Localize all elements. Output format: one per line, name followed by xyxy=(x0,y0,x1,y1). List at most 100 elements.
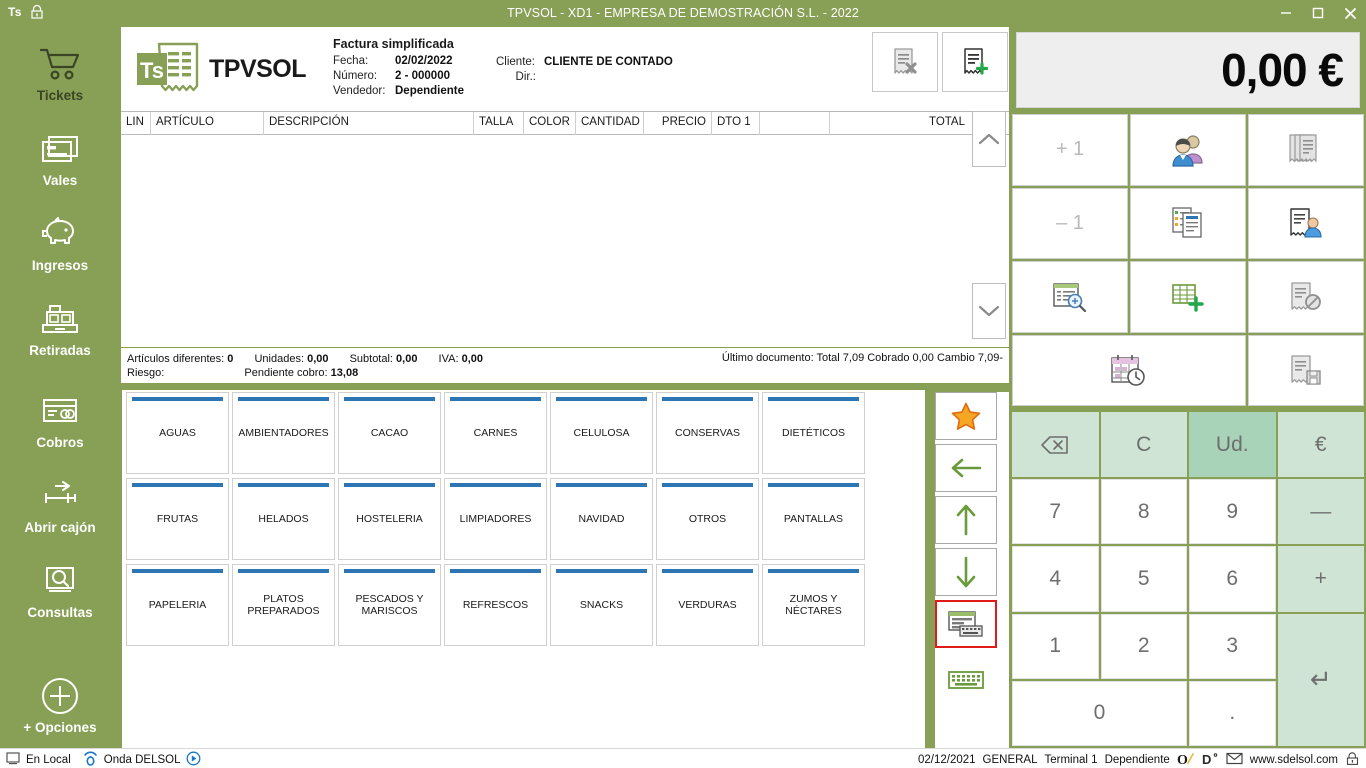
category-button[interactable]: PANTALLAS xyxy=(762,478,865,560)
category-button[interactable]: CELULOSA xyxy=(550,392,653,474)
accent-bar xyxy=(450,569,541,573)
decimal-key[interactable]: . xyxy=(1189,680,1276,746)
grid-scroll-up-button[interactable] xyxy=(972,111,1006,167)
customer-receipt-button[interactable] xyxy=(1248,187,1364,259)
accent-bar xyxy=(450,397,541,401)
back-button[interactable] xyxy=(935,444,997,492)
sidebar-item-opciones[interactable]: + Opciones xyxy=(0,666,120,744)
category-button[interactable]: FRUTAS xyxy=(126,478,229,560)
sidebar-item-label: Ingresos xyxy=(31,257,89,273)
sidebar-item-consultas[interactable]: Consultas xyxy=(0,551,120,629)
schedule-button[interactable] xyxy=(1012,334,1246,406)
footer-value: 0 xyxy=(227,353,234,365)
category-button[interactable]: LIMPIADORES xyxy=(444,478,547,560)
accent-bar xyxy=(768,397,859,401)
enter-key[interactable]: ↵ xyxy=(1277,613,1364,746)
category-button[interactable]: CACAO xyxy=(338,392,441,474)
grid-scroll-down-button[interactable] xyxy=(972,283,1006,339)
category-button[interactable]: PAPELERIA xyxy=(126,564,229,646)
minimize-button[interactable] xyxy=(1270,0,1302,26)
office-icon[interactable]: O xyxy=(1177,752,1195,768)
units-key[interactable]: Ud. xyxy=(1189,412,1276,478)
decrease-qty-button[interactable]: – 1 xyxy=(1012,187,1128,259)
category-button[interactable]: ZUMOS Y NÉCTARES xyxy=(762,564,865,646)
lock-icon[interactable] xyxy=(1345,751,1360,768)
category-button[interactable]: CARNES xyxy=(444,392,547,474)
add-line-button[interactable] xyxy=(1130,261,1246,333)
key-0[interactable]: 0 xyxy=(1012,680,1187,746)
documents-button[interactable] xyxy=(1248,114,1364,186)
mail-icon[interactable] xyxy=(1226,752,1243,768)
play-circle-icon[interactable] xyxy=(186,751,201,768)
category-button[interactable]: PLATOS PREPARADOS xyxy=(232,564,335,646)
category-label: CONSERVAS xyxy=(675,427,740,439)
status-website[interactable]: www.sdelsol.com xyxy=(1250,754,1338,766)
sidebar-item-vales[interactable]: Vales xyxy=(0,119,120,197)
field-label: Número: xyxy=(333,70,378,82)
plus-key[interactable]: + xyxy=(1277,546,1364,612)
close-button[interactable] xyxy=(1334,0,1366,26)
key-7[interactable]: 7 xyxy=(1012,479,1099,545)
category-button[interactable]: CONSERVAS xyxy=(656,392,759,474)
key-2[interactable]: 2 xyxy=(1100,613,1187,679)
line-grid-body[interactable] xyxy=(121,135,1009,263)
category-label: PAPELERIA xyxy=(148,599,207,611)
key-8[interactable]: 8 xyxy=(1100,479,1187,545)
category-button[interactable]: SNACKS xyxy=(550,564,653,646)
euro-key[interactable]: € xyxy=(1277,412,1364,478)
new-document-button[interactable] xyxy=(942,32,1008,92)
cancel-receipt-button[interactable] xyxy=(1248,261,1364,333)
key-1[interactable]: 1 xyxy=(1012,613,1099,679)
save-receipt-button[interactable] xyxy=(1248,334,1364,406)
pending-documents-button[interactable] xyxy=(1130,187,1246,259)
delete-document-button[interactable] xyxy=(872,32,938,92)
document-header: Ts TPVSOL Factura simplificada Fecha: 02/… xyxy=(121,27,1009,109)
category-button[interactable]: OTROS xyxy=(656,478,759,560)
svg-text:D: D xyxy=(1202,752,1211,766)
onscreen-keyboard-button[interactable] xyxy=(935,660,997,700)
category-button[interactable]: AGUAS xyxy=(126,392,229,474)
category-button[interactable]: DIETÉTICOS xyxy=(762,392,865,474)
sidebar-item-label: Abrir cajón xyxy=(24,519,96,535)
search-document-icon xyxy=(1053,283,1087,312)
scroll-down-button[interactable] xyxy=(935,548,997,596)
form-keyboard-button[interactable] xyxy=(935,600,997,648)
category-button[interactable]: AMBIENTADORES xyxy=(232,392,335,474)
sidebar-item-retiradas[interactable]: Retiradas xyxy=(0,289,120,367)
key-9[interactable]: 9 xyxy=(1189,479,1276,545)
accent-bar xyxy=(662,397,753,401)
scroll-up-button[interactable] xyxy=(935,496,997,544)
customers-button[interactable] xyxy=(1130,114,1246,186)
sidebar-item-ingresos[interactable]: Ingresos xyxy=(0,204,120,282)
footer-label: Pendiente cobro: xyxy=(244,367,328,379)
accent-bar xyxy=(344,569,435,573)
category-button[interactable]: HOSTELERIA xyxy=(338,478,441,560)
category-button[interactable]: REFRESCOS xyxy=(444,564,547,646)
footer-label: Unidades: xyxy=(254,353,305,365)
sidebar-item-cobros[interactable]: Cobros xyxy=(0,381,120,459)
category-label: HELADOS xyxy=(258,513,309,525)
favorites-button[interactable] xyxy=(935,392,997,440)
key-4[interactable]: 4 xyxy=(1012,546,1099,612)
field-value: Dependiente xyxy=(395,85,465,97)
key-3[interactable]: 3 xyxy=(1189,613,1276,679)
key-5[interactable]: 5 xyxy=(1100,546,1187,612)
backspace-key[interactable] xyxy=(1012,412,1099,478)
sidebar-item-abrir-cajon[interactable]: Abrir cajón xyxy=(0,466,120,544)
key-6[interactable]: 6 xyxy=(1189,546,1276,612)
client-value[interactable]: CLIENTE DE CONTADO xyxy=(544,55,673,70)
window-controls xyxy=(1270,0,1366,26)
clear-key[interactable]: C xyxy=(1100,412,1187,478)
local-screen-icon xyxy=(6,752,20,768)
increase-qty-button[interactable]: + 1 xyxy=(1012,114,1128,186)
minus-key[interactable]: — xyxy=(1277,479,1364,545)
sidebar-item-tickets[interactable]: Tickets xyxy=(0,34,120,112)
category-button[interactable]: NAVIDAD xyxy=(550,478,653,560)
category-button[interactable]: HELADOS xyxy=(232,478,335,560)
category-button[interactable]: VERDURAS xyxy=(656,564,759,646)
delsol-d-icon[interactable]: D xyxy=(1202,752,1219,768)
field-value: 2 - 000000 xyxy=(395,70,450,82)
maximize-button[interactable] xyxy=(1302,0,1334,26)
search-document-button[interactable] xyxy=(1012,261,1128,333)
category-button[interactable]: PESCADOS Y MARISCOS xyxy=(338,564,441,646)
